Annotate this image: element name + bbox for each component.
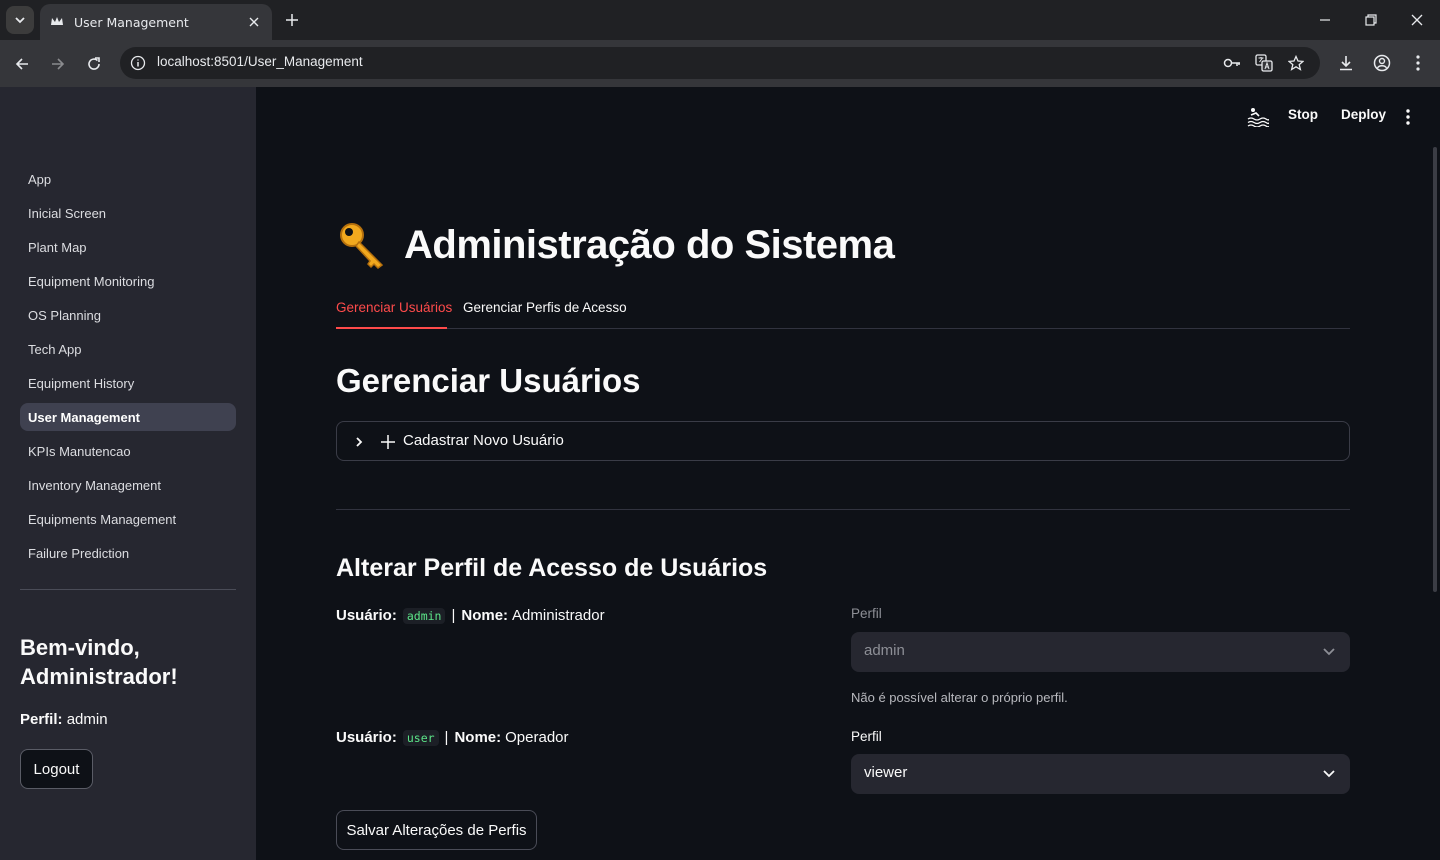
sidebar-item-inventory-management[interactable]: Inventory Management (20, 471, 236, 499)
minimize-icon[interactable] (1315, 10, 1335, 30)
tab-search-dropdown-icon[interactable] (6, 6, 34, 34)
perfil-select-value: admin (864, 642, 905, 659)
browser-tab-bar: User Management (0, 0, 1440, 40)
perfil-select-value: viewer (864, 764, 908, 781)
username-code: user (402, 729, 439, 746)
username-code: admin (402, 607, 446, 624)
sidebar-item-label: Equipment Monitoring (28, 273, 155, 289)
usuario-label: Usuário: (336, 729, 397, 746)
sidebar-item-label: User Management (28, 409, 140, 425)
bookmark-star-icon[interactable] (1286, 53, 1306, 73)
sidebar-item-plant-map[interactable]: Plant Map (20, 233, 236, 261)
sidebar-item-equipment-history[interactable]: Equipment History (20, 369, 236, 397)
sidebar-item-failure-prediction[interactable]: Failure Prediction (20, 539, 236, 567)
new-tab-icon[interactable] (282, 10, 302, 30)
chevron-right-icon (351, 434, 367, 450)
sidebar-item-label: OS Planning (28, 307, 101, 323)
close-window-icon[interactable] (1407, 10, 1427, 30)
download-icon[interactable] (1335, 52, 1357, 74)
sidebar: App Inicial Screen Plant Map Equipment M… (0, 87, 256, 860)
sidebar-item-equipment-monitoring[interactable]: Equipment Monitoring (20, 267, 236, 295)
sidebar-divider (20, 589, 236, 590)
browser-tab-title: User Management (74, 14, 189, 30)
sidebar-item-label: Equipment History (28, 375, 135, 391)
sidebar-item-label: Failure Prediction (28, 545, 130, 561)
sidebar-item-label: KPIs Manutencao (28, 443, 131, 459)
nome-label: Nome: (454, 729, 502, 746)
close-tab-icon[interactable] (246, 14, 262, 30)
user-name: Administrador (512, 607, 605, 624)
browser-tab[interactable]: User Management (40, 4, 272, 40)
site-info-icon[interactable] (130, 55, 146, 71)
running-status-icon (1246, 106, 1270, 128)
main-content: Stop Deploy Administração do Sistema Ger… (256, 87, 1440, 860)
deploy-button[interactable]: Deploy (1341, 107, 1386, 122)
sidebar-item-os-planning[interactable]: OS Planning (20, 301, 236, 329)
expander-label: Cadastrar Novo Usuário (403, 432, 564, 449)
usuario-label: Usuário: (336, 607, 397, 624)
app-menu-icon[interactable] (1400, 107, 1416, 127)
tab-gerenciar-perfis[interactable]: Gerenciar Perfis de Acesso (463, 300, 627, 315)
sidebar-item-kpis-manutencao[interactable]: KPIs Manutencao (20, 437, 236, 465)
key-icon (336, 220, 390, 270)
sidebar-item-label: App (28, 171, 52, 187)
forward-icon[interactable] (45, 51, 71, 77)
streamlit-crown-icon (50, 15, 64, 29)
separator: | (444, 729, 449, 746)
chevron-down-icon (1321, 644, 1337, 660)
perfil-select-admin: admin (851, 632, 1350, 672)
plus-icon (379, 433, 397, 451)
perfil-select-user[interactable]: viewer (851, 754, 1350, 794)
perfil-field-label: Perfil (851, 729, 882, 744)
tab-gerenciar-usuarios[interactable]: Gerenciar Usuários (336, 300, 452, 315)
perfil-help-text: Não é possível alterar o próprio perfil. (851, 690, 1068, 705)
back-icon[interactable] (9, 51, 35, 77)
sidebar-item-label: Inicial Screen (28, 205, 107, 221)
logout-button[interactable]: Logout (20, 749, 93, 789)
sidebar-item-equipments-management[interactable]: Equipments Management (20, 505, 236, 533)
sidebar-perfil-value: admin (66, 711, 108, 728)
stop-button[interactable]: Stop (1288, 107, 1318, 122)
section-divider (336, 509, 1350, 510)
subsection-title: Alterar Perfil de Acesso de Usuários (336, 554, 768, 582)
sidebar-perfil-label: Perfil: (20, 711, 63, 728)
sidebar-item-app[interactable]: App (20, 165, 236, 193)
sidebar-item-label: Tech App (28, 341, 82, 357)
user-row-user: Usuário: user | Nome: Operador (336, 729, 569, 746)
translate-icon[interactable] (1254, 53, 1274, 73)
main-scrollbar[interactable] (1433, 147, 1437, 592)
sidebar-item-label: Equipments Management (28, 511, 177, 527)
separator: | (451, 607, 456, 624)
address-bar[interactable]: localhost:8501/User_Management (120, 47, 1320, 79)
perfil-field-label: Perfil (851, 606, 882, 621)
sidebar-perfil: Perfil: admin (20, 711, 108, 728)
password-key-icon[interactable] (1222, 53, 1242, 73)
user-name: Operador (505, 729, 569, 746)
chevron-down-icon (1321, 766, 1337, 782)
page-title: Administração do Sistema (336, 220, 895, 270)
save-profiles-button[interactable]: Salvar Alterações de Perfis (336, 810, 537, 850)
nome-label: Nome: (461, 607, 509, 624)
user-row-admin: Usuário: admin | Nome: Administrador (336, 607, 605, 624)
sidebar-item-inicial-screen[interactable]: Inicial Screen (20, 199, 236, 227)
profile-avatar-icon[interactable] (1371, 52, 1393, 74)
sidebar-item-user-management[interactable]: User Management (20, 403, 236, 431)
sidebar-item-tech-app[interactable]: Tech App (20, 335, 236, 363)
browser-menu-icon[interactable] (1407, 52, 1429, 74)
section-title: Gerenciar Usuários (336, 362, 641, 399)
new-user-expander[interactable]: Cadastrar Novo Usuário (336, 421, 1350, 461)
sidebar-item-label: Inventory Management (28, 477, 161, 493)
reload-icon[interactable] (81, 51, 107, 77)
tabs: Gerenciar Usuários Gerenciar Perfis de A… (336, 296, 1350, 329)
sidebar-item-label: Plant Map (28, 239, 87, 255)
url-text: localhost:8501/User_Management (157, 54, 363, 69)
page-title-text: Administração do Sistema (404, 222, 895, 267)
active-tab-indicator (336, 327, 447, 329)
welcome-heading: Bem-vindo, Administrador! (20, 635, 178, 689)
restore-icon[interactable] (1361, 10, 1381, 30)
